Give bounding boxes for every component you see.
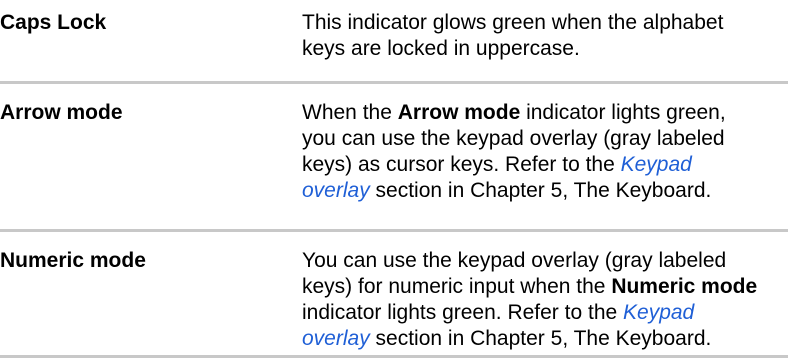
description-text: keys) for numeric input when the — [302, 275, 612, 298]
keypad-overlay-link[interactable]: overlay — [302, 327, 370, 350]
description-numeric-mode: You can use the keypad overlay (gray lab… — [302, 248, 772, 352]
keypad-overlay-link[interactable]: Keypad — [623, 301, 694, 324]
description-caps-lock: This indicator glows green when the alph… — [302, 10, 772, 62]
table-row: Numeric mode You can use the keypad over… — [0, 232, 788, 358]
keypad-overlay-link[interactable]: overlay — [302, 179, 370, 202]
description-text: you can use the keypad overlay (gray lab… — [302, 127, 725, 150]
term-numeric-mode: Numeric mode — [0, 249, 146, 272]
description-emphasis: Numeric mode — [611, 275, 758, 298]
description-line: When the Arrow mode indicator lights gre… — [302, 100, 772, 126]
description-text: This indicator glows green when the alph… — [302, 11, 724, 34]
term-caps-lock: Caps Lock — [0, 11, 107, 34]
description-line: keys) for numeric input when the Numeric… — [302, 274, 772, 300]
description-emphasis: Arrow mode — [397, 101, 521, 124]
description-line: keys) as cursor keys. Refer to the Keypa… — [302, 152, 772, 178]
description-text: You can use the keypad overlay (gray lab… — [302, 249, 727, 272]
description-line: This indicator glows green when the alph… — [302, 10, 772, 36]
description-text: indicator lights green. Refer to the — [302, 301, 624, 324]
description-line: You can use the keypad overlay (gray lab… — [302, 248, 772, 274]
keypad-overlay-link[interactable]: Keypad — [621, 153, 692, 176]
description-line: overlay section in Chapter 5, The Keyboa… — [302, 178, 772, 204]
description-line: indicator lights green. Refer to the Key… — [302, 300, 772, 326]
indicator-table: Caps Lock This indicator glows green whe… — [0, 0, 788, 358]
table-row: Caps Lock This indicator glows green whe… — [0, 0, 788, 84]
description-text: keys are locked in uppercase. — [302, 37, 580, 60]
description-line: you can use the keypad overlay (gray lab… — [302, 126, 772, 152]
description-text: section in Chapter 5, The Keyboard. — [369, 327, 712, 350]
description-line: overlay section in Chapter 5, The Keyboa… — [302, 326, 772, 352]
description-text: indicator lights green, — [520, 101, 726, 124]
term-arrow-mode: Arrow mode — [0, 101, 123, 124]
description-arrow-mode: When the Arrow mode indicator lights gre… — [302, 100, 772, 204]
table-row: Arrow mode When the Arrow mode indicator… — [0, 84, 788, 232]
description-text: keys) as cursor keys. Refer to the — [302, 153, 621, 176]
description-line: keys are locked in uppercase. — [302, 36, 772, 62]
description-text: When the — [302, 101, 398, 124]
description-text: section in Chapter 5, The Keyboard. — [369, 179, 712, 202]
